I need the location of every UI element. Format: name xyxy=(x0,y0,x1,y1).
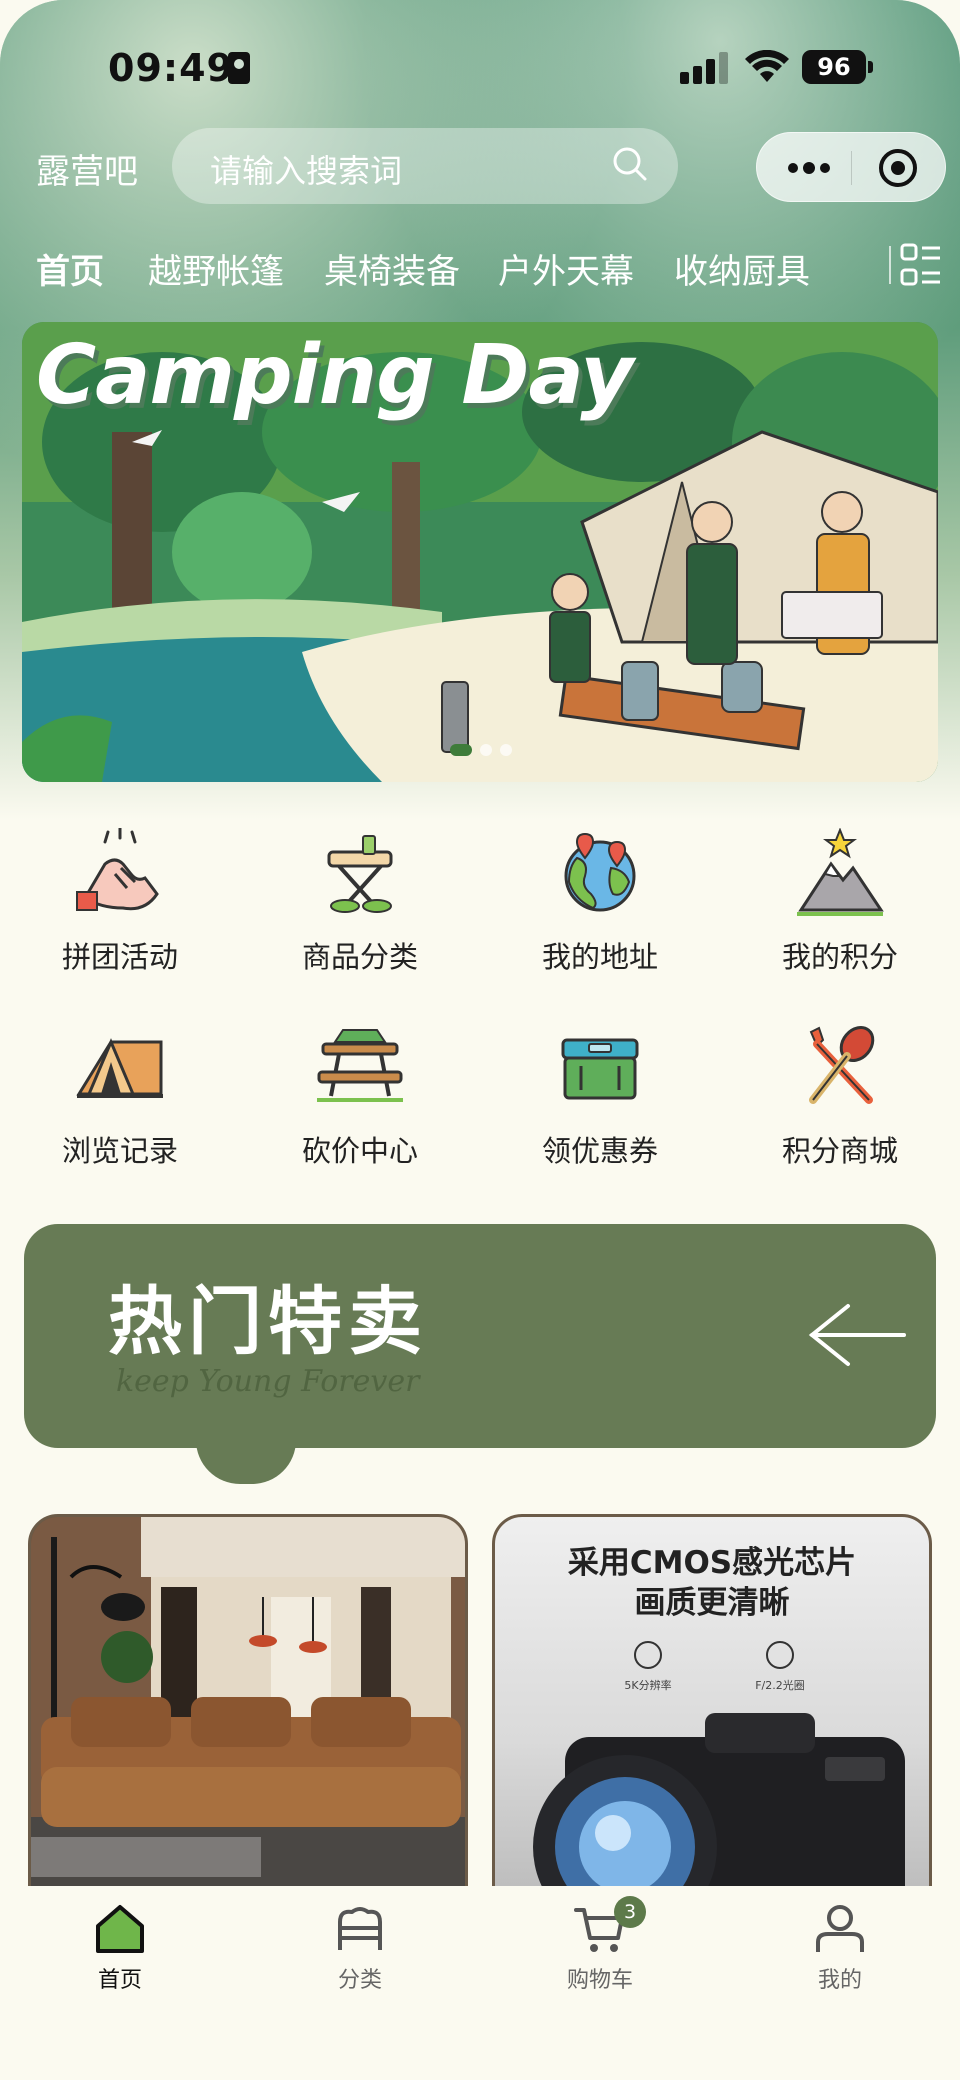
close-target-icon[interactable] xyxy=(877,147,919,189)
shortcut-label: 我的积分 xyxy=(781,940,898,974)
signal-icon xyxy=(680,52,728,84)
wifi-icon xyxy=(745,50,789,82)
utensils-icon xyxy=(809,1026,875,1104)
aperture-icon xyxy=(766,1641,794,1669)
tab-tables-chairs[interactable]: 桌椅装备 xyxy=(324,244,460,293)
pagination-dot-active[interactable] xyxy=(450,744,472,756)
shortcut-label: 砍价中心 xyxy=(301,1134,418,1168)
category-icon xyxy=(338,1907,382,1950)
tab-outdoor-canopy[interactable]: 户外天幕 xyxy=(498,244,634,293)
shortcut-my-points[interactable]: 我的积分 xyxy=(740,828,940,998)
product-headline-line1: 采用CMOS感光芯片 xyxy=(567,1545,857,1581)
feature-aperture: F/2.2光圈 xyxy=(725,1641,835,1693)
bottom-tab-bar: 首页 分类 3 购物车 我的 xyxy=(0,1886,960,2080)
feature-label: F/2.2光圈 xyxy=(755,1679,805,1692)
shortcut-my-address[interactable]: 我的地址 xyxy=(500,828,700,998)
promo-banner[interactable]: Camping Day xyxy=(22,322,938,782)
living-room-sofa-photo xyxy=(31,1517,465,1891)
more-icon[interactable] xyxy=(785,157,833,179)
category-menu-icon[interactable] xyxy=(888,242,942,288)
shortcut-bargain-center[interactable]: 砍价中心 xyxy=(260,1022,460,1192)
tab-offroad-tents[interactable]: 越野帐篷 xyxy=(148,244,284,293)
image-icon xyxy=(634,1641,662,1669)
tent-icon xyxy=(76,1038,163,1098)
search-placeholder: 请输入搜索词 xyxy=(210,152,403,190)
feature-label: 5K分辨率 xyxy=(624,1679,672,1692)
product-card[interactable]: 采用CMOS感光芯片 画质更清晰 5K分辨率 F/2.2光圈 xyxy=(492,1514,932,1894)
app-screen: 09:49 96 露营吧 请输入搜索词 首页 越野帐篷 桌椅装备 户外天幕 收纳… xyxy=(0,0,960,2080)
search-input[interactable]: 请输入搜索词 xyxy=(172,128,678,204)
shortcut-label: 拼团活动 xyxy=(61,940,178,974)
status-time: 09:49 xyxy=(108,46,234,90)
tabbar-label: 分类 xyxy=(337,1968,382,1993)
mini-program-capsule xyxy=(756,132,946,202)
tabbar-home[interactable]: 首页 xyxy=(20,1904,220,1994)
tabbar-cart[interactable]: 3 购物车 xyxy=(500,1896,700,1994)
handshake-icon xyxy=(76,828,159,911)
brand-name: 露营吧 xyxy=(36,152,138,192)
id-card-icon xyxy=(228,52,250,84)
cart-badge: 3 xyxy=(614,1896,646,1928)
shortcut-label: 我的地址 xyxy=(541,940,658,974)
hot-sale-banner[interactable]: 热门特卖 keep Young Forever xyxy=(24,1224,936,1448)
camp-table-icon xyxy=(327,835,393,913)
feature-resolution: 5K分辨率 xyxy=(593,1641,703,1693)
tab-home[interactable]: 首页 xyxy=(36,244,104,293)
hot-sale-notch xyxy=(196,1440,296,1484)
mountain-star-icon xyxy=(797,828,884,916)
tabbar-label: 我的 xyxy=(817,1968,862,1993)
pagination-dot[interactable] xyxy=(480,744,492,756)
status-bar: 09:49 96 xyxy=(0,44,960,94)
shortcut-get-coupons[interactable]: 领优惠券 xyxy=(500,1022,700,1192)
hot-sale-title: 热门特卖 xyxy=(108,1279,428,1365)
shortcut-label: 浏览记录 xyxy=(61,1134,178,1168)
tabbar-category[interactable]: 分类 xyxy=(260,1904,460,1994)
product-card[interactable] xyxy=(28,1514,468,1894)
picnic-table-icon xyxy=(317,1029,403,1102)
pagination-dot[interactable] xyxy=(500,744,512,756)
user-icon xyxy=(816,1905,864,1952)
shortcut-group-buy[interactable]: 拼团活动 xyxy=(20,828,220,998)
home-icon xyxy=(96,1905,144,1953)
cooler-box-icon xyxy=(561,1038,639,1100)
product-headline: 采用CMOS感光芯片 画质更清晰 xyxy=(495,1543,929,1623)
camera-photo xyxy=(533,1713,905,1891)
tab-storage-kitchen[interactable]: 收纳厨具 xyxy=(674,244,810,293)
shortcut-label: 积分商城 xyxy=(781,1134,898,1168)
product-headline-line2: 画质更清晰 xyxy=(634,1585,790,1621)
globe-pin-icon xyxy=(564,832,636,912)
shortcut-browse-history[interactable]: 浏览记录 xyxy=(20,1022,220,1192)
battery-indicator: 96 xyxy=(802,50,873,84)
arrow-left-icon[interactable] xyxy=(808,1302,908,1368)
banner-title: Camping Day xyxy=(36,328,634,423)
shortcut-points-mall[interactable]: 积分商城 xyxy=(740,1022,940,1192)
shortcut-label: 商品分类 xyxy=(301,940,418,974)
search-icon[interactable] xyxy=(612,146,648,182)
tabbar-profile[interactable]: 我的 xyxy=(740,1904,940,1994)
shortcut-label: 领优惠券 xyxy=(541,1134,658,1168)
tabbar-label: 购物车 xyxy=(566,1968,633,1993)
tabbar-label: 首页 xyxy=(97,1968,142,1993)
hot-sale-subtitle: keep Young Forever xyxy=(116,1364,420,1399)
shortcut-categories[interactable]: 商品分类 xyxy=(260,828,460,998)
